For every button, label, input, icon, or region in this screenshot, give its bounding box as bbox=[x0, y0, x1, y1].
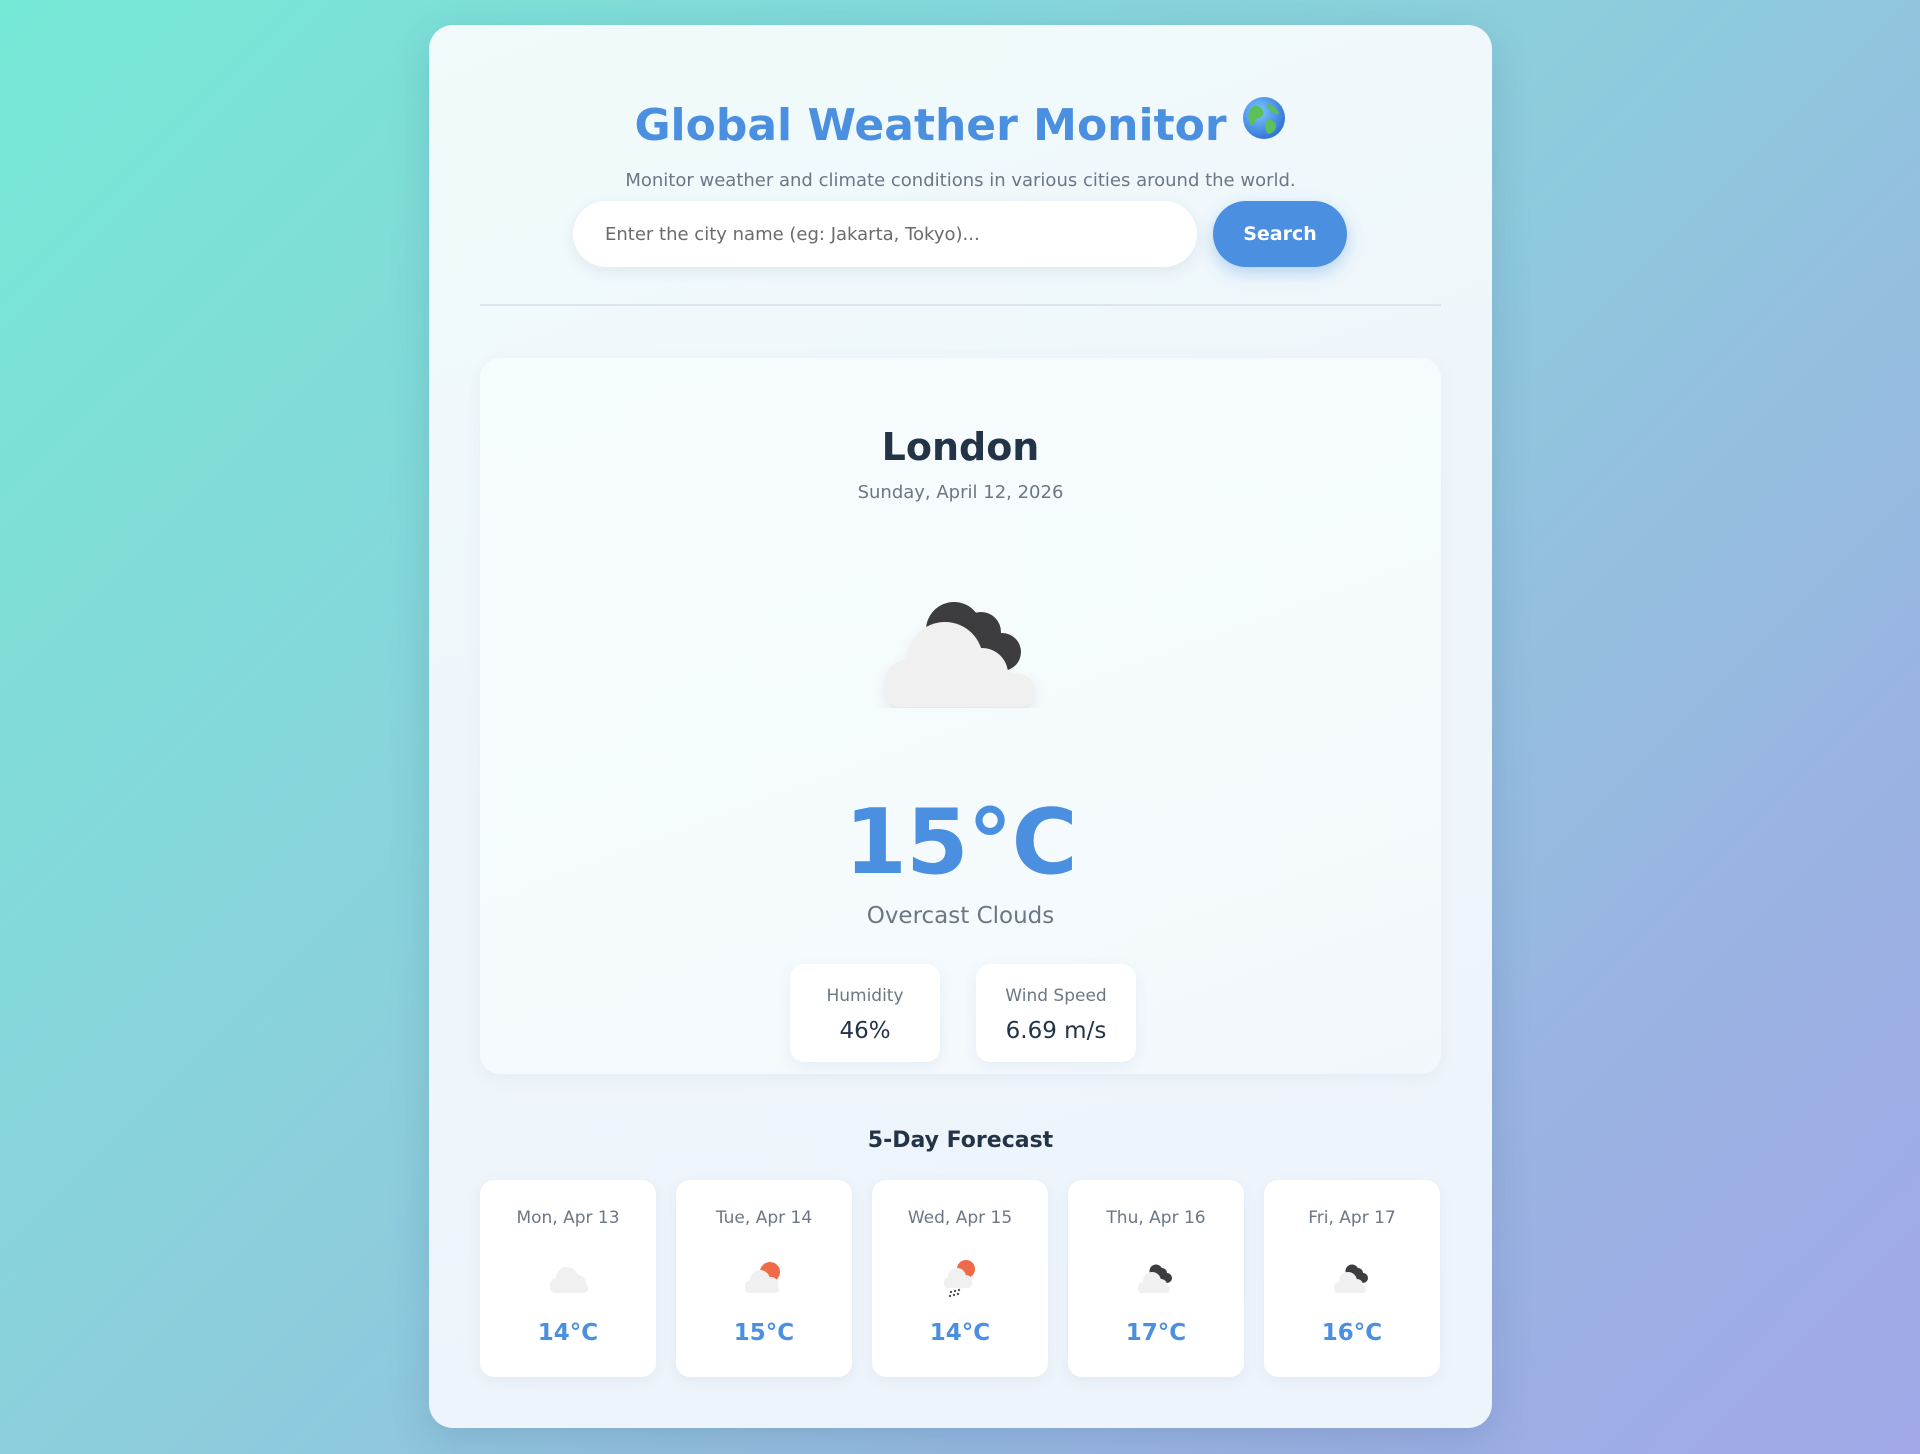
globe-icon bbox=[1241, 95, 1287, 152]
overcast-clouds-icon bbox=[1326, 1256, 1378, 1300]
current-temperature: 15°C bbox=[844, 790, 1077, 895]
sun-cloud-icon bbox=[738, 1256, 790, 1300]
forecast-temp: 15°C bbox=[733, 1320, 795, 1346]
wind-speed-stat: Wind Speed 6.69 m/s bbox=[976, 964, 1136, 1062]
forecast-card: Fri, Apr 17 16°C bbox=[1264, 1180, 1440, 1377]
current-date: Sunday, April 12, 2026 bbox=[857, 482, 1064, 503]
forecast-temp: 14°C bbox=[537, 1320, 599, 1346]
divider bbox=[480, 304, 1441, 306]
page-title-text: Global Weather Monitor bbox=[634, 100, 1227, 151]
page-title: Global Weather Monitor bbox=[429, 96, 1492, 152]
forecast-day: Mon, Apr 13 bbox=[516, 1208, 620, 1228]
overcast-clouds-icon bbox=[872, 578, 1052, 712]
wind-speed-value: 6.69 m/s bbox=[1005, 1018, 1107, 1044]
humidity-label: Humidity bbox=[826, 986, 904, 1006]
wind-speed-label: Wind Speed bbox=[1005, 986, 1107, 1006]
city-search-input[interactable] bbox=[573, 201, 1197, 267]
forecast-card: Wed, Apr 15 14°C bbox=[872, 1180, 1048, 1377]
search-button[interactable]: Search bbox=[1213, 201, 1347, 267]
forecast-temp: 14°C bbox=[929, 1320, 991, 1346]
forecast-day: Tue, Apr 14 bbox=[715, 1208, 813, 1228]
weather-app-card: Global Weather Monitor Monitor weather a… bbox=[429, 25, 1492, 1428]
forecast-card: Mon, Apr 13 14°C bbox=[480, 1180, 656, 1377]
forecast-day: Thu, Apr 16 bbox=[1106, 1208, 1206, 1228]
humidity-value: 46% bbox=[839, 1018, 891, 1044]
page-subtitle: Monitor weather and climate conditions i… bbox=[625, 170, 1296, 191]
forecast-card: Thu, Apr 16 17°C bbox=[1068, 1180, 1244, 1377]
current-weather-panel: London Sunday, April 12, 2026 15°C Overc… bbox=[480, 358, 1441, 1074]
sun-rain-cloud-icon bbox=[934, 1256, 986, 1304]
forecast-day: Wed, Apr 15 bbox=[907, 1208, 1013, 1228]
forecast-title: 5-Day Forecast bbox=[867, 1128, 1054, 1153]
light-cloud-icon bbox=[542, 1256, 594, 1300]
forecast-day: Fri, Apr 17 bbox=[1308, 1208, 1396, 1228]
city-name: London bbox=[881, 425, 1040, 469]
humidity-stat: Humidity 46% bbox=[790, 964, 940, 1062]
overcast-clouds-icon bbox=[1130, 1256, 1182, 1300]
forecast-temp: 17°C bbox=[1125, 1320, 1187, 1346]
weather-description: Overcast Clouds bbox=[866, 903, 1055, 929]
forecast-temp: 16°C bbox=[1321, 1320, 1383, 1346]
forecast-card: Tue, Apr 14 15°C bbox=[676, 1180, 852, 1377]
